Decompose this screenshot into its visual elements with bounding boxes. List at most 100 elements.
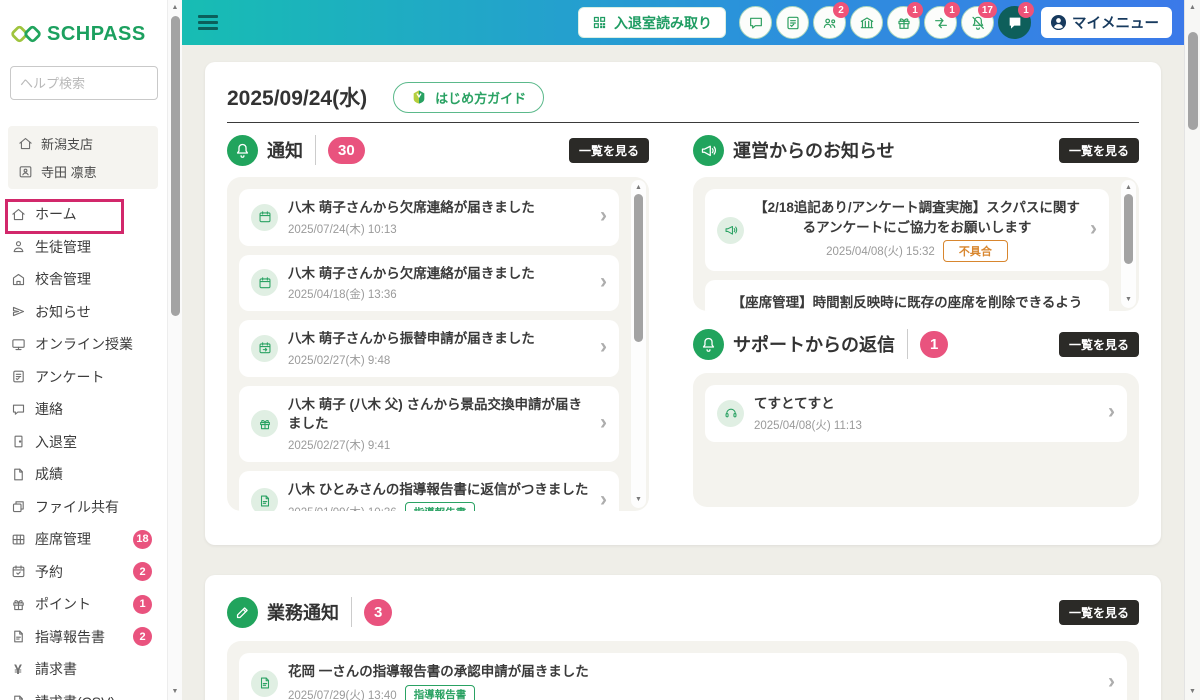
item-title: 八木 萌子さんから欠席連絡が届きました xyxy=(288,198,590,218)
item-title: 八木 ひとみさんの指導報告書に返信がつきました xyxy=(288,480,590,500)
sidebar-item-survey[interactable]: アンケート xyxy=(10,361,168,394)
sidebar-item-entry-exit[interactable]: 入退室 xyxy=(10,426,168,459)
badge-count: 1 xyxy=(1018,2,1034,18)
entry-exit-scan-button[interactable]: 入退室読み取り xyxy=(578,7,726,38)
headset-icon xyxy=(717,400,744,427)
scroll-up-icon[interactable]: ▲ xyxy=(1121,183,1136,193)
scrollbar-thumb[interactable] xyxy=(634,194,643,342)
report-icon xyxy=(251,670,278,697)
badge-count: 2 xyxy=(133,627,152,646)
report-icon xyxy=(10,629,26,644)
entry-exit-button[interactable]: 1 xyxy=(924,6,957,39)
sidebar-item-online-class[interactable]: オンライン授業 xyxy=(10,328,168,361)
document-icon xyxy=(10,467,26,482)
notifications-header: 通知 30 一覧を見る xyxy=(227,129,649,171)
sidebar-item-school[interactable]: 校舎管理 xyxy=(10,263,168,296)
sidebar-nav: ホーム 生徒管理 校舎管理 お知らせ オンライン授業 アンケート 連絡 入退室 … xyxy=(10,198,182,700)
sidebar-item-contact[interactable]: 連絡 xyxy=(10,393,168,426)
calendar-icon xyxy=(251,204,278,231)
view-all-notifications-button[interactable]: 一覧を見る xyxy=(569,138,649,163)
menu-icon[interactable] xyxy=(198,15,218,30)
list-scrollbar[interactable]: ▲ ▼ xyxy=(631,180,646,508)
view-all-announcements-button[interactable]: 一覧を見る xyxy=(1059,138,1139,163)
scroll-down-icon[interactable]: ▼ xyxy=(1121,295,1136,305)
scroll-up-icon[interactable]: ▲ xyxy=(1185,3,1200,13)
scroll-down-icon[interactable]: ▼ xyxy=(1185,687,1200,697)
scrollbar-thumb[interactable] xyxy=(171,16,180,316)
sidebar-item-seats[interactable]: 座席管理18 xyxy=(10,523,168,556)
announcement-item[interactable]: 【座席管理】時間割反映時に既存の座席を削除できるよう xyxy=(705,280,1109,311)
notifications-off-button[interactable]: 17 xyxy=(961,6,994,39)
sidebar-item-invoice-csv[interactable]: 請求書(CSV) xyxy=(10,686,168,700)
points-button[interactable]: 1 xyxy=(887,6,920,39)
scroll-up-icon[interactable]: ▲ xyxy=(168,3,182,13)
item-title: 花岡 一さんの指導報告書の承認申請が届きました xyxy=(288,662,1098,682)
notification-item[interactable]: 八木 萌子さんから振替申請が届きました2025/02/27(木) 9:48 › xyxy=(239,320,619,377)
notification-item[interactable]: 八木 萌子さんから欠席連絡が届きました2025/04/18(金) 13:36 › xyxy=(239,255,619,312)
support-reply-item[interactable]: てすとてすと2025/04/08(火) 11:13 › xyxy=(705,385,1127,442)
qr-code-icon xyxy=(592,15,607,30)
students-button[interactable]: 2 xyxy=(813,6,846,39)
sidebar-item-label: 指導報告書 xyxy=(35,627,105,647)
home-icon xyxy=(10,207,26,222)
sidebar-item-invoice[interactable]: ¥請求書 xyxy=(10,653,168,686)
sidebar-item-label: アンケート xyxy=(35,367,104,387)
badge-count: 1 xyxy=(907,2,923,18)
item-date: 2025/02/27(木) 9:41 xyxy=(288,437,590,453)
divider xyxy=(315,135,316,165)
scroll-down-icon[interactable]: ▼ xyxy=(168,687,182,697)
view-all-business-button[interactable]: 一覧を見る xyxy=(1059,600,1139,625)
sidebar-item-label: ポイント xyxy=(35,594,91,614)
chevron-right-icon: › xyxy=(600,489,607,511)
scroll-down-icon[interactable]: ▼ xyxy=(631,495,646,505)
beginner-mark-icon xyxy=(411,89,427,105)
list-scrollbar[interactable]: ▲ ▼ xyxy=(1121,180,1136,308)
my-menu-button[interactable]: マイメニュー xyxy=(1041,7,1172,38)
logo-diamonds-icon xyxy=(10,20,42,48)
gift-icon xyxy=(10,597,26,612)
chat-button[interactable] xyxy=(739,6,772,39)
branch-selector[interactable]: 新潟支店 xyxy=(17,134,149,153)
business-item[interactable]: 花岡 一さんの指導報告書の承認申請が届きました 2025/07/29(火) 13… xyxy=(239,653,1127,700)
announcement-item[interactable]: 【2/18追記あり/アンケート調査実施】スクパスに関するアンケートにご協力をお願… xyxy=(705,189,1109,271)
sidebar-item-points[interactable]: ポイント1 xyxy=(10,588,168,621)
sidebar-item-reports[interactable]: 指導報告書 2 xyxy=(10,621,168,654)
current-date: 2025/09/24(水) xyxy=(227,82,367,112)
scroll-up-icon[interactable]: ▲ xyxy=(631,183,646,193)
help-search-input[interactable] xyxy=(10,66,158,100)
app-logo[interactable]: SCHPASS xyxy=(0,0,182,48)
sidebar-scrollbar[interactable]: ▲ ▼ xyxy=(167,0,182,700)
survey-button[interactable] xyxy=(776,6,809,39)
scan-button-label: 入退室読み取り xyxy=(614,13,712,33)
scrollbar-thumb[interactable] xyxy=(1124,194,1133,264)
support-chat-button[interactable]: 1 xyxy=(998,6,1031,39)
view-all-support-button[interactable]: 一覧を見る xyxy=(1059,332,1139,357)
yen-icon: ¥ xyxy=(10,661,26,677)
item-title: 八木 萌子さんから振替申請が届きました xyxy=(288,329,590,349)
support-count-badge: 1 xyxy=(920,331,948,358)
notification-item[interactable]: 八木 ひとみさんの指導報告書に返信がつきました 2025/01/09(木) 10… xyxy=(239,471,619,511)
id-card-icon xyxy=(17,164,33,179)
transfer-arrows-icon xyxy=(933,15,949,31)
school-icon xyxy=(859,15,875,31)
sidebar-item-students[interactable]: 生徒管理 xyxy=(10,231,168,264)
getting-started-guide-button[interactable]: はじめ方ガイド xyxy=(393,82,544,113)
announcements-list: 【2/18追記あり/アンケート調査実施】スクパスに関するアンケートにご協力をお願… xyxy=(693,177,1139,311)
window-scrollbar[interactable]: ▲ ▼ xyxy=(1184,0,1200,700)
notification-item[interactable]: 八木 萌子さんから欠席連絡が届きました2025/07/24(木) 10:13 › xyxy=(239,189,619,246)
sidebar-item-reservations[interactable]: 予約2 xyxy=(10,556,168,589)
notification-item[interactable]: 八木 萌子 (八木 父) さんから景品交換申請が届きました2025/02/27(… xyxy=(239,386,619,462)
dashboard-card: 2025/09/24(水) はじめ方ガイド 通知 30 一覧を見る xyxy=(205,62,1161,545)
sidebar-item-label: 生徒管理 xyxy=(35,237,91,257)
sidebar-item-file-share[interactable]: ファイル共有 xyxy=(10,491,168,524)
item-date: 2025/02/27(木) 9:48 xyxy=(288,352,590,368)
person-icon xyxy=(10,239,26,254)
sidebar-item-home[interactable]: ホーム xyxy=(10,198,168,231)
user-selector[interactable]: 寺田 凛恵 xyxy=(17,162,149,181)
scrollbar-thumb[interactable] xyxy=(1188,32,1198,130)
sidebar-item-news[interactable]: お知らせ xyxy=(10,296,168,329)
sidebar-item-grades[interactable]: 成績 xyxy=(10,458,168,491)
notifications-count-badge: 30 xyxy=(328,137,365,164)
sidebar-item-label: オンライン授業 xyxy=(35,334,133,354)
school-button[interactable] xyxy=(850,6,883,39)
